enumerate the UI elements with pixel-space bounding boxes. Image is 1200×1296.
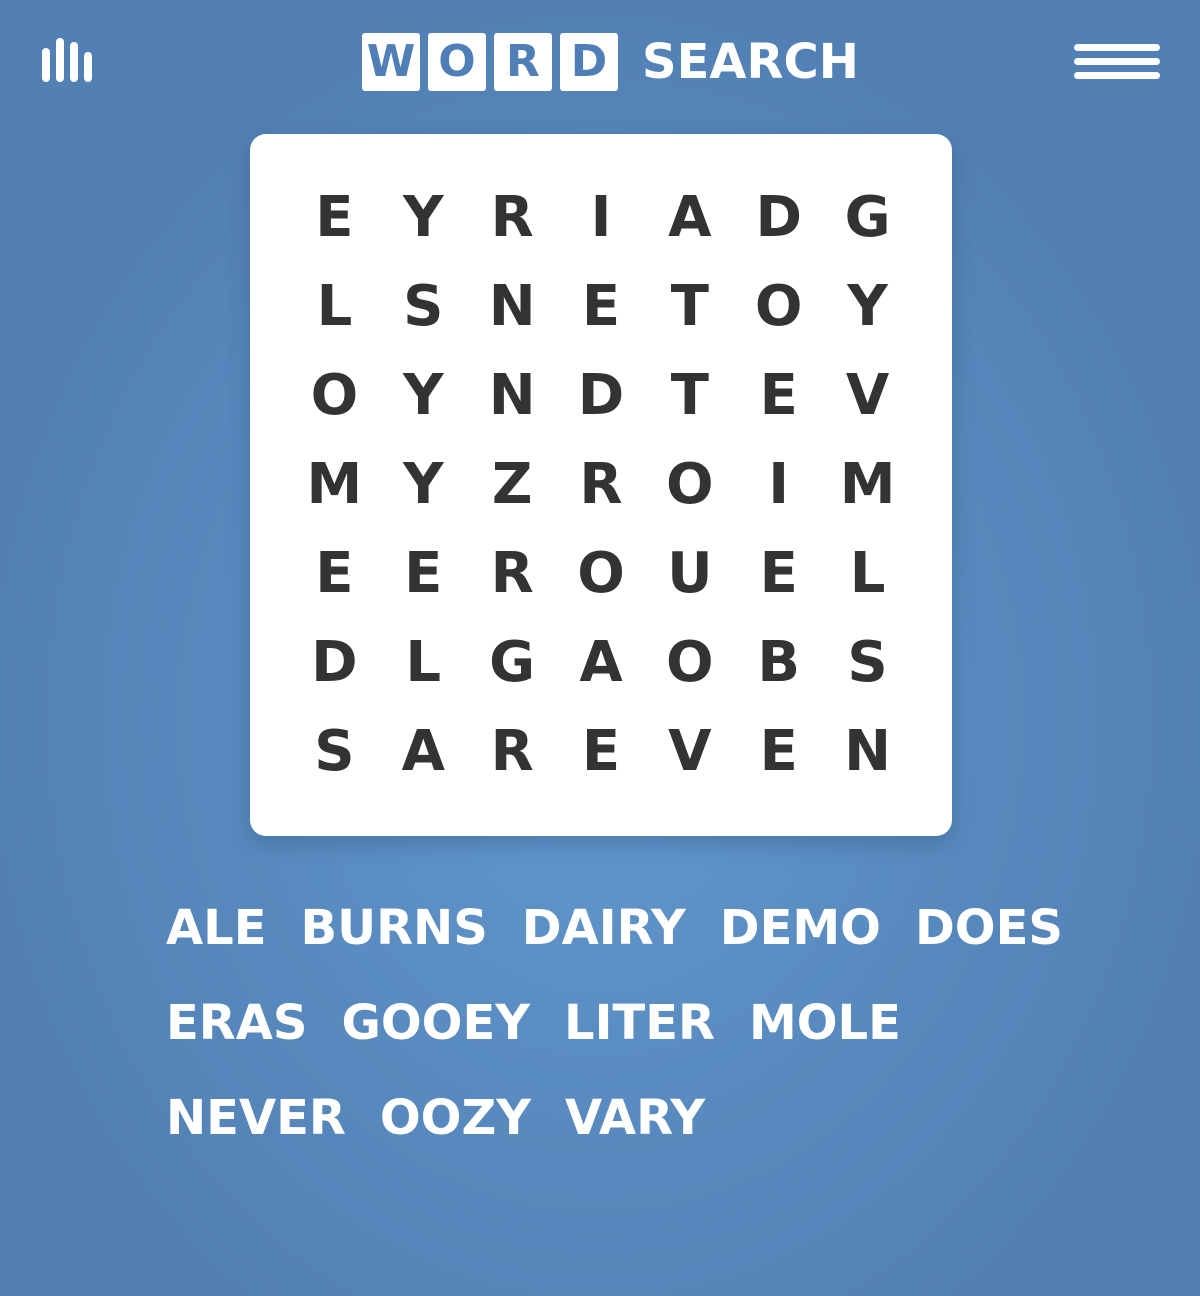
grid-cell[interactable]: U [645,529,734,618]
letter-grid[interactable]: EYRIADGLSNETOYOYNDTEVMYZROIMEEROUELDLGAO… [290,174,912,796]
grid-cell[interactable]: O [734,263,823,352]
grid-cell[interactable]: R [557,441,646,530]
grid-cell[interactable]: E [734,352,823,441]
grid-cell[interactable]: R [468,174,557,263]
grid-cell[interactable]: E [734,529,823,618]
target-word: DAIRY [521,899,686,956]
stats-bars-icon[interactable] [42,38,94,82]
target-word: OOZY [379,1089,532,1146]
target-word: NEVER [166,1089,346,1146]
grid-cell[interactable]: E [734,707,823,796]
grid-cell[interactable]: O [290,352,379,441]
target-word: ERAS [166,994,308,1051]
grid-cell[interactable]: Z [468,441,557,530]
grid-cell[interactable]: N [823,707,912,796]
grid-cell[interactable]: E [290,174,379,263]
grid-cell[interactable]: Y [379,441,468,530]
grid-cell[interactable]: T [645,352,734,441]
word-row: NEVER OOZY VARY [166,1070,1046,1165]
target-word: MOLE [748,994,901,1051]
grid-cell[interactable]: D [290,618,379,707]
grid-cell[interactable]: M [823,441,912,530]
grid-cell[interactable]: O [645,618,734,707]
grid-cell[interactable]: D [734,174,823,263]
logo-tile: O [428,33,486,91]
target-word: VARY [565,1089,706,1146]
logo-word: SEARCH [642,34,859,90]
grid-cell[interactable]: A [557,618,646,707]
target-word: GOOEY [341,994,531,1051]
grid-cell[interactable]: E [379,529,468,618]
target-word: ALE [166,899,267,956]
grid-cell[interactable]: V [645,707,734,796]
grid-cell[interactable]: B [734,618,823,707]
grid-cell[interactable]: G [823,174,912,263]
target-word: DEMO [719,899,881,956]
grid-cell[interactable]: D [557,352,646,441]
game-logo: W O R D SEARCH [362,32,859,92]
grid-cell[interactable]: L [290,263,379,352]
word-list: ALE BURNS DAIRY DEMO DOES ERAS GOOEY LITER MOLE N… [166,880,1063,1165]
grid-cell[interactable]: I [734,441,823,530]
grid-cell[interactable]: A [379,707,468,796]
grid-cell[interactable]: G [468,618,557,707]
grid-cell[interactable]: A [645,174,734,263]
target-word: BURNS [300,899,488,956]
logo-tile: R [494,33,552,91]
target-word: DOES [914,899,1063,956]
grid-cell[interactable]: V [823,352,912,441]
grid-cell[interactable]: T [645,263,734,352]
grid-cell[interactable]: S [379,263,468,352]
target-word: LITER [564,994,715,1051]
logo-tile: D [560,33,618,91]
grid-cell[interactable]: N [468,352,557,441]
grid-cell[interactable]: E [290,529,379,618]
grid-cell[interactable]: M [290,441,379,530]
grid-cell[interactable]: S [823,618,912,707]
word-row: ERAS GOOEY LITER MOLE [166,975,1046,1070]
grid-cell[interactable]: L [379,618,468,707]
grid-cell[interactable]: N [468,263,557,352]
grid-cell[interactable]: R [468,529,557,618]
grid-cell[interactable]: I [557,174,646,263]
hamburger-menu-icon[interactable] [1074,44,1160,80]
grid-cell[interactable]: R [468,707,557,796]
grid-cell[interactable]: E [557,707,646,796]
grid-cell[interactable]: O [557,529,646,618]
grid-cell[interactable]: L [823,529,912,618]
grid-cell[interactable]: Y [379,352,468,441]
grid-cell[interactable]: E [557,263,646,352]
grid-cell[interactable]: Y [823,263,912,352]
word-row: ALE BURNS DAIRY DEMO DOES [166,880,1063,975]
grid-cell[interactable]: O [645,441,734,530]
grid-cell[interactable]: S [290,707,379,796]
logo-tile: W [362,33,420,91]
grid-cell[interactable]: Y [379,174,468,263]
